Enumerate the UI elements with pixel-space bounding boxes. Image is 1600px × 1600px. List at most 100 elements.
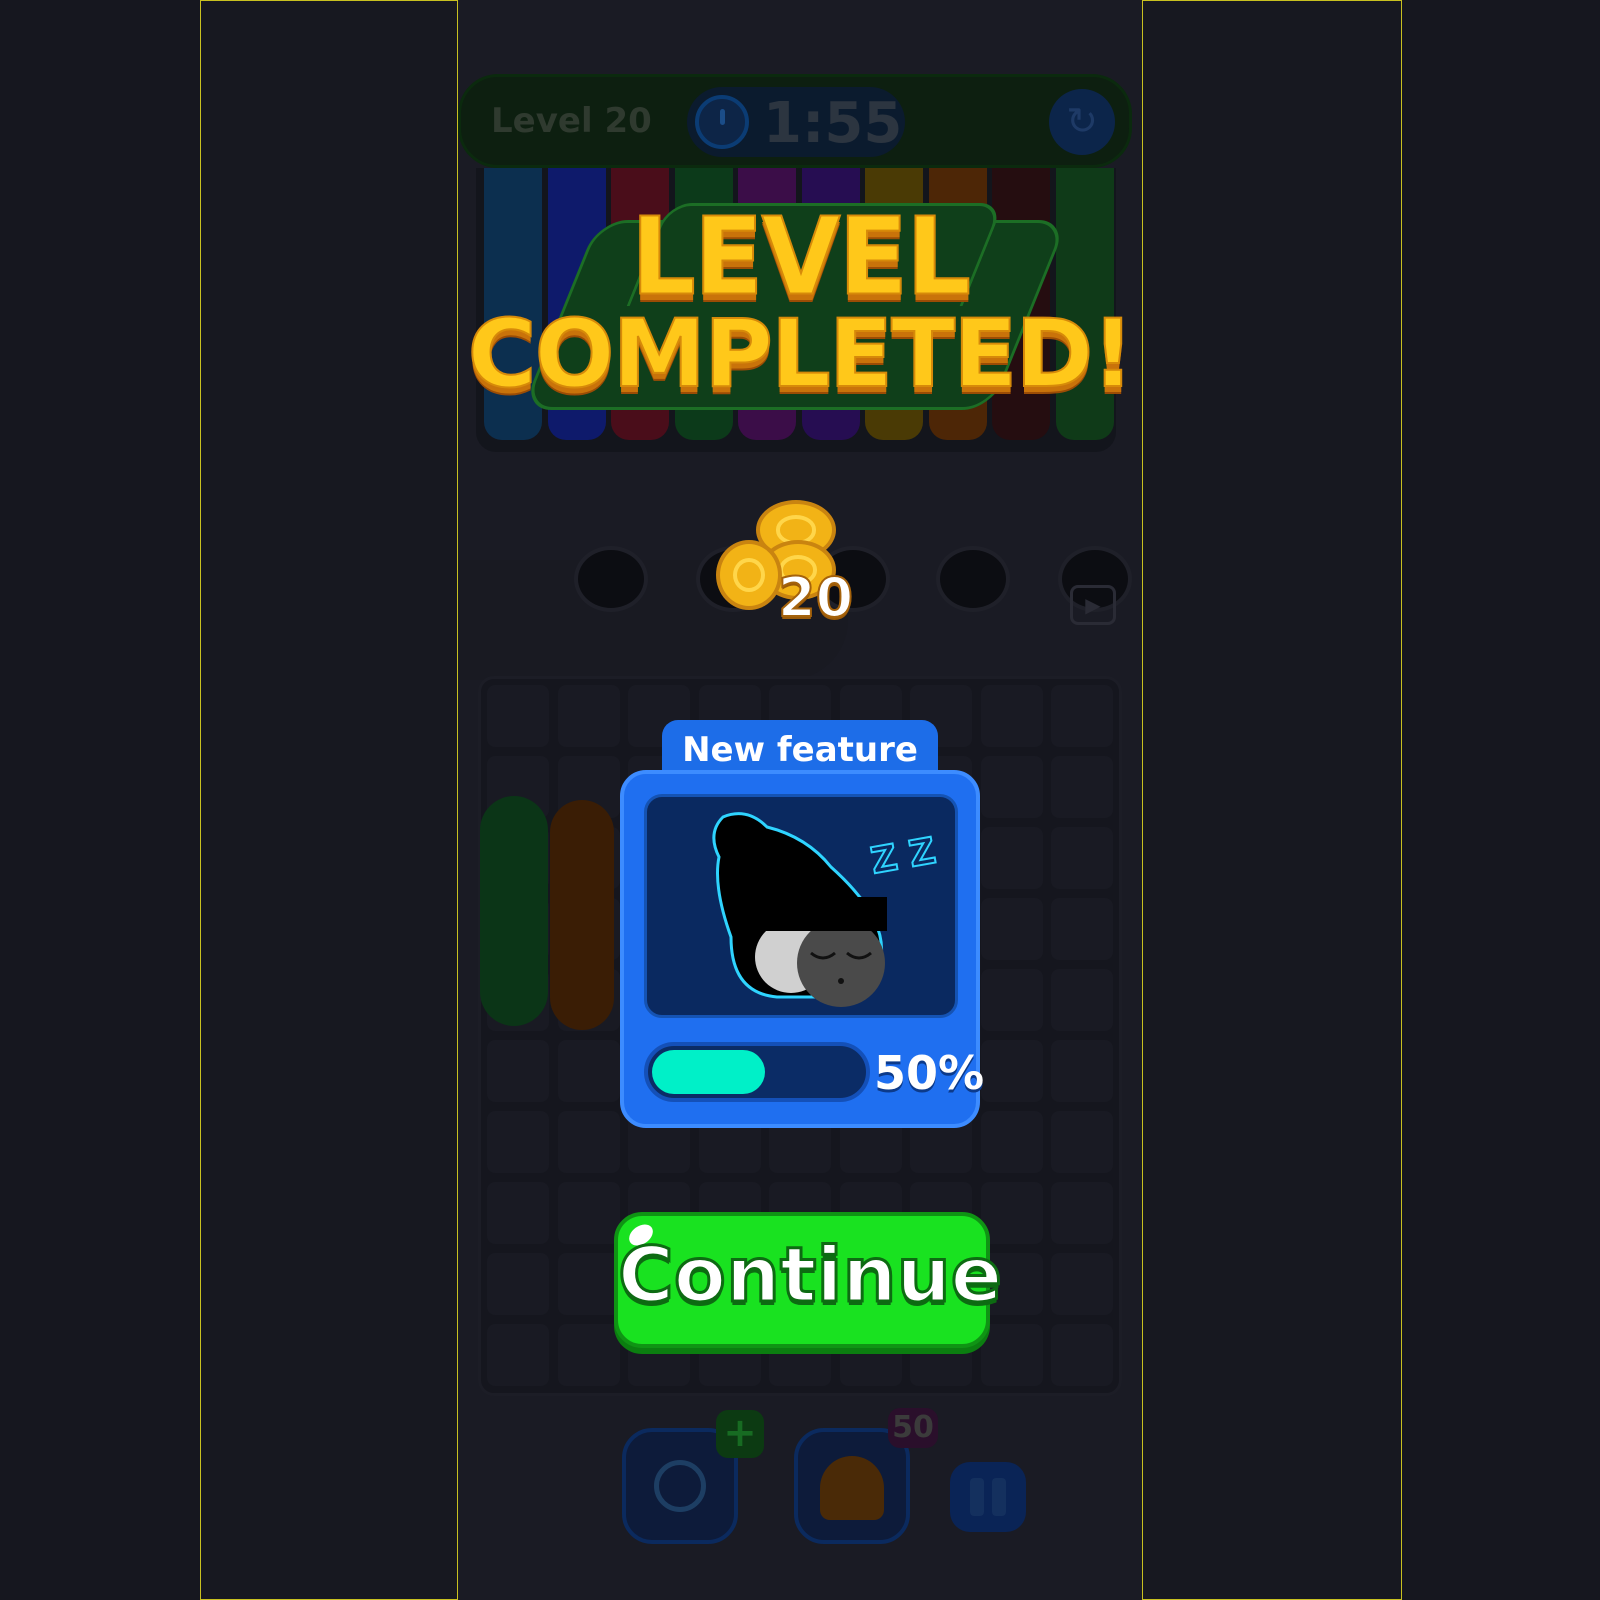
grid-cell — [769, 756, 831, 818]
game-area: Level 20 1:55 ↻ ▶ + 50 — [458, 0, 1142, 1600]
grid-cell — [698, 969, 761, 1031]
grid-cell — [910, 969, 972, 1031]
grid-cell — [698, 1111, 761, 1173]
grid-cell — [698, 756, 761, 818]
restart-button[interactable]: ↻ — [1049, 89, 1115, 155]
grid-cell — [980, 685, 1043, 747]
grid-cell — [769, 1111, 831, 1173]
grid-cell — [698, 1040, 761, 1102]
color-tube — [801, 168, 860, 440]
tube-board — [476, 168, 1116, 452]
grid-cell — [980, 898, 1043, 960]
pause-icon — [970, 1478, 984, 1516]
grid-cell — [839, 827, 902, 889]
grid-cell — [487, 1111, 549, 1173]
color-tube — [547, 168, 606, 440]
level-label: Level 20 — [491, 101, 652, 141]
grid-cell — [698, 685, 761, 747]
timer-value: 1:55 — [763, 91, 903, 156]
grid-cell — [1051, 685, 1113, 747]
grid-cell — [557, 1253, 620, 1315]
orange-worm — [550, 800, 614, 1030]
grid-cell — [980, 827, 1043, 889]
grid-cell — [1051, 1040, 1113, 1102]
grid-cell — [910, 827, 972, 889]
grid-cell — [628, 685, 690, 747]
grid-cell — [628, 969, 690, 1031]
booster-count-badge: 50 — [888, 1408, 938, 1448]
color-tube — [611, 168, 669, 440]
grid-cell — [1051, 898, 1113, 960]
holes-row — [458, 560, 848, 680]
green-worm — [480, 796, 548, 1026]
grid-cell — [557, 1324, 620, 1386]
grid-cell — [839, 1040, 902, 1102]
grid-cell — [910, 1111, 972, 1173]
grid-cell — [980, 1324, 1043, 1386]
continue-button[interactable]: Continue — [614, 1212, 1004, 1348]
grid-cell — [980, 1111, 1043, 1173]
grid-cell — [557, 1111, 620, 1173]
right-letterbox-panel — [1142, 0, 1402, 1600]
restart-icon: ↻ — [1066, 99, 1098, 143]
grid-cell — [1051, 1182, 1113, 1244]
clock-icon — [654, 1460, 706, 1512]
grid-cell — [839, 685, 902, 747]
hole-slot — [816, 546, 890, 612]
grid-cell — [628, 1040, 690, 1102]
color-tube — [865, 168, 923, 440]
timer-pill: 1:55 — [687, 87, 905, 157]
grid-cell — [910, 685, 972, 747]
grid-cell — [557, 1182, 620, 1244]
grid-cell — [628, 756, 690, 818]
grid-cell — [628, 1111, 690, 1173]
grid-cell — [698, 898, 761, 960]
grid-cell — [557, 685, 620, 747]
grid-cell — [1051, 827, 1113, 889]
ghost-icon — [820, 1456, 884, 1520]
grid-cell — [628, 827, 690, 889]
grid-cell — [698, 827, 761, 889]
color-tube — [1055, 168, 1114, 440]
hole-slot — [574, 546, 648, 612]
grid-cell — [980, 969, 1043, 1031]
grid-cell — [839, 969, 902, 1031]
color-tube — [738, 168, 796, 440]
grid-cell — [1051, 756, 1113, 818]
grid-cell — [769, 969, 831, 1031]
grid-cell — [769, 1040, 831, 1102]
grid-cell — [980, 756, 1043, 818]
grid-cell — [557, 1040, 620, 1102]
continue-label: Continue — [617, 1229, 1004, 1321]
grid-cell — [769, 685, 831, 747]
video-play-icon[interactable]: ▶ — [1070, 585, 1116, 625]
grid-cell — [1051, 969, 1113, 1031]
grid-cell — [628, 898, 690, 960]
hole-slot — [936, 546, 1010, 612]
stopwatch-icon — [695, 95, 749, 149]
grid-cell — [839, 898, 902, 960]
grid-cell — [487, 1324, 549, 1386]
color-tube — [992, 168, 1050, 440]
hole-slot — [696, 546, 770, 612]
grid-cell — [769, 827, 831, 889]
grid-cell — [1051, 1324, 1113, 1386]
color-tube — [928, 168, 987, 440]
grid-cell — [910, 898, 972, 960]
grid-cell — [487, 685, 549, 747]
grid-cell — [487, 1253, 549, 1315]
color-tube — [674, 168, 733, 440]
left-letterbox-panel — [200, 0, 458, 1600]
grid-cell — [1051, 1111, 1113, 1173]
color-tube — [484, 168, 542, 440]
grid-cell — [487, 1040, 549, 1102]
top-bar: Level 20 1:55 ↻ — [458, 74, 1132, 168]
pause-button[interactable] — [950, 1462, 1026, 1532]
pause-icon-bar — [992, 1478, 1006, 1516]
grid-cell — [1051, 1253, 1113, 1315]
grid-cell — [769, 898, 831, 960]
grid-cell — [487, 1182, 549, 1244]
add-booster-badge[interactable]: + — [716, 1410, 764, 1458]
grid-cell — [910, 756, 972, 818]
grid-cell — [839, 756, 902, 818]
